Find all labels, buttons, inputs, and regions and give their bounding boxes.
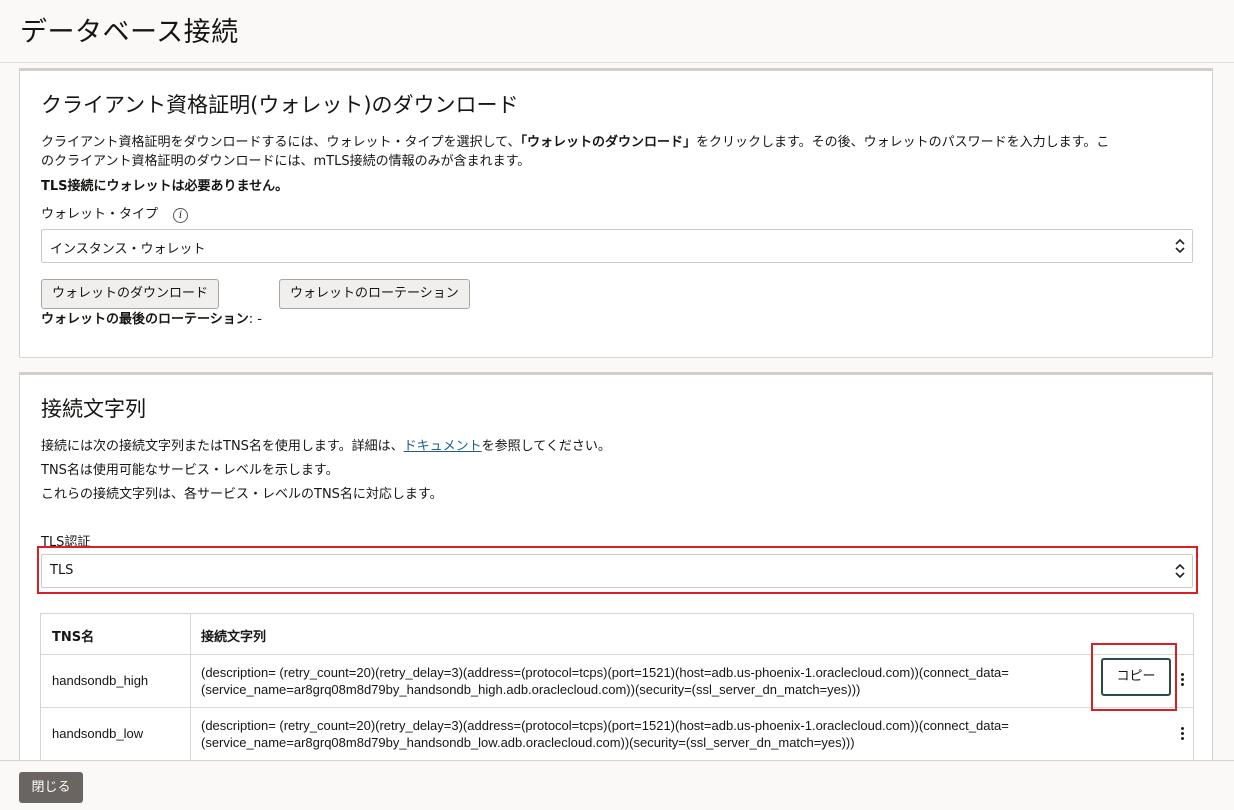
connection-string[interactable]: (description= (retry_count=20)(retry_del… bbox=[201, 717, 1101, 751]
wallet-description: クライアント資格証明をダウンロードするには、ウォレット・タイプを選択して、「ウォ… bbox=[41, 133, 1201, 171]
last-rotation-value: : - bbox=[248, 312, 262, 327]
connection-strings-panel: 接続文字列 接続には次の接続文字列またはTNS名を使用します。詳細は、ドキュメン… bbox=[19, 372, 1213, 760]
wallet-desc-bold: 「ウォレットのダウンロード」 bbox=[520, 135, 696, 150]
conn-section-title: 接続文字列 bbox=[41, 397, 146, 421]
highlight-box bbox=[1091, 643, 1177, 711]
wallet-rotation-button[interactable]: ウォレットのローテーション bbox=[279, 279, 470, 309]
wallet-section-title: クライアント資格証明(ウォレット)のダウンロード bbox=[41, 93, 519, 117]
wallet-download-button[interactable]: ウォレットのダウンロード bbox=[41, 279, 220, 309]
conn-desc-pre: 接続には次の接続文字列またはTNS名を使用します。詳細は、 bbox=[41, 439, 404, 454]
wallet-type-label: ウォレット・タイプ bbox=[41, 207, 159, 222]
wallet-desc-text-2: をクリックします。その後、ウォレットのパスワードを入力します。こ bbox=[695, 135, 1110, 150]
column-divider bbox=[190, 614, 191, 760]
connection-strings-table: TNS名 接続文字列 handsondb_high (description= … bbox=[40, 613, 1194, 760]
more-actions-icon[interactable] bbox=[1181, 673, 1185, 688]
chevron-updown-icon bbox=[1175, 238, 1185, 254]
conn-line: (service_name=ar8grq08m8d79by_handsondb_… bbox=[201, 735, 855, 750]
conn-line: (service_name=ar8grq08m8d79by_handsondb_… bbox=[201, 682, 861, 697]
col-header-conn: 接続文字列 bbox=[201, 630, 267, 645]
conn-line: (description= (retry_count=20)(retry_del… bbox=[201, 718, 1009, 733]
wallet-download-panel: クライアント資格証明(ウォレット)のダウンロード クライアント資格証明をダウンロ… bbox=[19, 68, 1213, 358]
conn-desc-post: を参照してください。 bbox=[481, 439, 611, 454]
dialog-footer: 閉じる bbox=[0, 760, 1234, 810]
wallet-desc-text: クライアント資格証明をダウンロードするには、ウォレット・タイプを選択して、 bbox=[41, 135, 521, 150]
col-header-tns: TNS名 bbox=[52, 630, 95, 645]
page-title: データベース接続 bbox=[20, 17, 239, 48]
header-divider bbox=[41, 654, 1193, 655]
row-divider bbox=[41, 707, 1193, 708]
more-actions-icon[interactable] bbox=[1181, 727, 1185, 742]
tns-name: handsondb_low bbox=[52, 726, 144, 741]
info-icon[interactable]: i bbox=[173, 208, 188, 223]
close-button[interactable]: 閉じる bbox=[19, 772, 83, 803]
dialog-body[interactable]: クライアント資格証明(ウォレット)のダウンロード クライアント資格証明をダウンロ… bbox=[0, 63, 1234, 760]
documentation-link[interactable]: ドキュメント bbox=[404, 439, 482, 454]
wallet-type-value: インスタンス・ウォレット bbox=[50, 242, 206, 257]
conn-line: (description= (retry_count=20)(retry_del… bbox=[201, 665, 1009, 680]
last-rotation: ウォレットの最後のローテーション: - bbox=[41, 310, 262, 329]
connection-string[interactable]: (description= (retry_count=20)(retry_del… bbox=[201, 664, 1101, 698]
conn-desc-line2: TNS名は使用可能なサービス・レベルを示します。 bbox=[41, 463, 339, 478]
wallet-desc-line2: のクライアント資格証明のダウンロードには、mTLS接続の情報のみが含まれます。 bbox=[41, 154, 531, 169]
highlight-box bbox=[37, 546, 1198, 594]
wallet-type-select[interactable]: インスタンス・ウォレット bbox=[41, 229, 1193, 263]
tls-note: TLS接続にウォレットは必要ありません。 bbox=[41, 179, 289, 194]
tns-name: handsondb_high bbox=[52, 673, 149, 688]
conn-desc-line3: これらの接続文字列は、各サービス・レベルのTNS名に対応します。 bbox=[41, 487, 443, 502]
last-rotation-label: ウォレットの最後のローテーション bbox=[41, 312, 249, 327]
conn-desc-line1: 接続には次の接続文字列またはTNS名を使用します。詳細は、ドキュメントを参照して… bbox=[41, 437, 611, 456]
dialog-header: データベース接続 bbox=[0, 0, 1234, 63]
